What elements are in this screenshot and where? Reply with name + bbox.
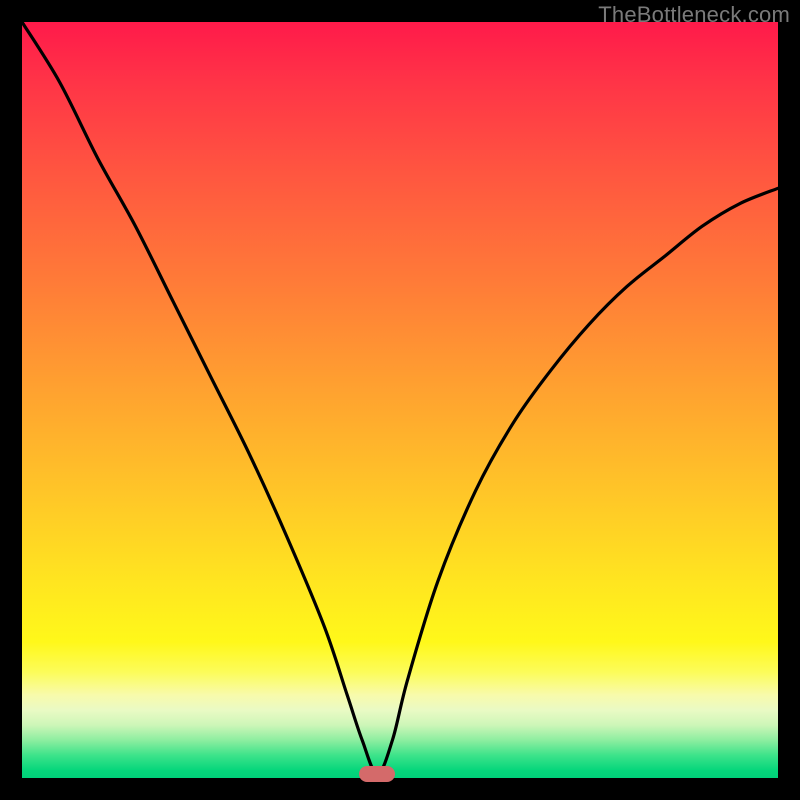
bottleneck-curve: [22, 22, 778, 778]
chart-frame: TheBottleneck.com: [0, 0, 800, 800]
optimum-marker: [359, 766, 395, 782]
plot-area: [22, 22, 778, 778]
